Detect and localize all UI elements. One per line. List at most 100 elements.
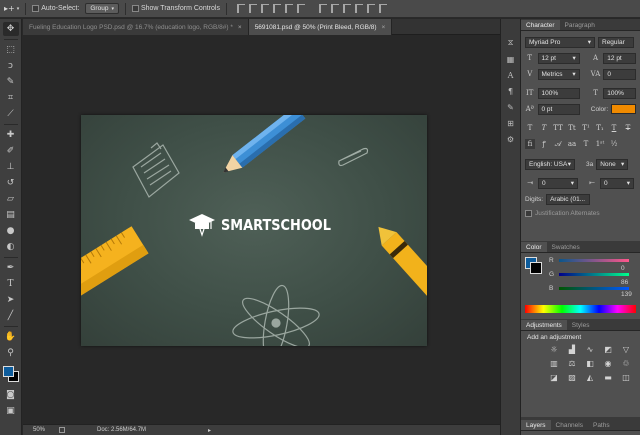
tool-presets-icon[interactable]: ⚙ (505, 133, 517, 145)
line-icon[interactable]: ╱ (3, 309, 19, 323)
auto-select-checkbox[interactable] (32, 5, 40, 12)
color-balance-icon[interactable]: ⚖ (567, 358, 577, 368)
tab-paths[interactable]: Paths (588, 420, 615, 430)
tab-styles[interactable]: Styles (567, 320, 595, 330)
distribute-bottom-icon[interactable] (342, 4, 351, 13)
history-brush-icon[interactable]: ↺ (3, 176, 19, 190)
font-size-field[interactable]: 12 pt ▾ (537, 52, 580, 64)
quick-mask-icon[interactable]: ◙ (3, 388, 19, 402)
font-color-swatch[interactable] (611, 104, 636, 114)
distribute-left-icon[interactable] (354, 4, 363, 13)
healing-icon[interactable]: ✚ (3, 128, 19, 142)
leading-field[interactable]: 12 pt (603, 52, 637, 64)
pen-icon[interactable]: ✒ (3, 261, 19, 275)
canvas-workspace[interactable]: SMARTSCHOOL (23, 36, 500, 424)
stylistic-button[interactable]: 1ˢᵗ (595, 139, 605, 149)
properties-icon[interactable]: ▦ (505, 53, 517, 65)
tab-adjustments[interactable]: Adjustments (521, 320, 567, 330)
invert-icon[interactable]: ◪ (549, 372, 559, 382)
exposure-icon[interactable]: ◩ (603, 344, 613, 354)
zoom-level[interactable]: 50% (33, 427, 51, 433)
g-slider[interactable] (559, 273, 629, 276)
vibrance-icon[interactable]: ▽ (621, 344, 631, 354)
horizontal-scale-field[interactable]: 100% (603, 87, 637, 99)
marquee-icon[interactable]: ⬚ (3, 43, 19, 57)
auto-select-dropdown[interactable]: Group ▾ (85, 3, 119, 14)
hue-saturation-icon[interactable]: ▥ (549, 358, 559, 368)
gradient-map-icon[interactable]: ▬ (603, 372, 613, 382)
faux-italic-button[interactable]: T (539, 123, 549, 133)
b-slider[interactable] (559, 287, 629, 290)
color-swatches[interactable] (2, 365, 20, 383)
strikethrough-button[interactable]: T (623, 123, 633, 133)
swash-button[interactable]: 𝒜 (553, 139, 563, 149)
foreground-color-swatch[interactable] (2, 366, 14, 377)
clone-source-icon[interactable]: ⊞ (505, 117, 517, 129)
blur-icon[interactable]: ● (3, 224, 19, 238)
discretionary-button[interactable]: ꝭ (539, 139, 549, 149)
subscript-button[interactable]: T₁ (595, 123, 605, 133)
r-value[interactable]: 0 (621, 265, 625, 272)
zoom-icon[interactable]: ⚲ (3, 346, 19, 360)
selective-color-icon[interactable]: ◫ (621, 372, 631, 382)
eraser-icon[interactable]: ▱ (3, 192, 19, 206)
distribute-right-icon[interactable] (378, 4, 387, 13)
g-value[interactable]: 86 (621, 279, 628, 286)
close-icon[interactable]: × (382, 24, 386, 31)
tool-preset-picker[interactable]: ▸+ ▾ (4, 4, 19, 13)
tab-character[interactable]: Character (521, 20, 560, 30)
status-menu-arrow-icon[interactable]: ▸ (208, 427, 211, 434)
channel-mixer-icon[interactable]: ♲ (621, 358, 631, 368)
black-white-icon[interactable]: ◧ (585, 358, 595, 368)
font-family-select[interactable]: Myriad Pro ▾ (525, 36, 595, 48)
tab-paragraph[interactable]: Paragraph (560, 20, 600, 30)
hand-icon[interactable]: ✋ (3, 330, 19, 344)
anti-alias-select[interactable]: None ▾ (596, 158, 629, 170)
language-select[interactable]: English: USA ▾ (525, 158, 575, 170)
curves-icon[interactable]: ∿ (585, 344, 595, 354)
color-background-swatch[interactable] (530, 262, 542, 274)
move-icon[interactable]: ✥ (2, 22, 19, 36)
fractions-button[interactable]: ½ (609, 139, 619, 149)
gradient-icon[interactable]: ▤ (3, 208, 19, 222)
document-canvas[interactable]: SMARTSCHOOL (81, 115, 427, 346)
b-value[interactable]: 139 (621, 291, 632, 298)
align-left-icon[interactable] (272, 4, 281, 13)
screen-mode-icon[interactable]: ▣ (3, 404, 19, 418)
font-style-select[interactable]: Regular (598, 36, 634, 48)
paragraph-icon[interactable]: ¶ (505, 85, 517, 97)
indent-field-b[interactable]: 0 ▾ (600, 177, 634, 189)
levels-icon[interactable]: ▟ (567, 344, 577, 354)
faux-bold-button[interactable]: T (525, 123, 535, 133)
tab-swatches[interactable]: Swatches (547, 242, 585, 252)
stamp-icon[interactable]: ⊥ (3, 160, 19, 174)
baseline-shift-field[interactable]: 0 pt (537, 103, 580, 115)
share-icon[interactable] (59, 427, 65, 433)
tracking-field[interactable]: 0 (603, 68, 636, 80)
indent-field-a[interactable]: 0 ▾ (538, 177, 578, 189)
kerning-field[interactable]: Metrics ▾ (537, 68, 580, 80)
threshold-icon[interactable]: ◭ (585, 372, 595, 382)
superscript-button[interactable]: T¹ (581, 123, 591, 133)
color-spectrum-bar[interactable] (525, 305, 636, 313)
tab-color[interactable]: Color (521, 242, 547, 252)
titling-button[interactable]: T (581, 139, 591, 149)
distribute-vcenter-icon[interactable] (330, 4, 339, 13)
path-select-icon[interactable]: ➤ (3, 293, 19, 307)
lasso-icon[interactable]: ↄ (3, 59, 19, 73)
tab-education-logo[interactable]: Fueling Education Logo PSD.psd @ 16.7% (… (23, 19, 249, 35)
vertical-scale-field[interactable]: 100% (537, 87, 580, 99)
align-vcenter-icon[interactable] (248, 4, 257, 13)
justification-checkbox[interactable] (525, 209, 532, 217)
underline-button[interactable]: T (609, 123, 619, 133)
r-slider[interactable] (559, 259, 629, 262)
align-hcenter-icon[interactable] (284, 4, 293, 13)
align-top-icon[interactable] (236, 4, 245, 13)
show-transform-checkbox[interactable] (131, 5, 139, 12)
distribute-top-icon[interactable] (318, 4, 327, 13)
eyedropper-icon[interactable]: ⟋ (3, 107, 19, 121)
align-right-icon[interactable] (296, 4, 305, 13)
alternates-button[interactable]: aa (567, 139, 577, 149)
align-bottom-icon[interactable] (260, 4, 269, 13)
photo-filter-icon[interactable]: ◉ (603, 358, 613, 368)
